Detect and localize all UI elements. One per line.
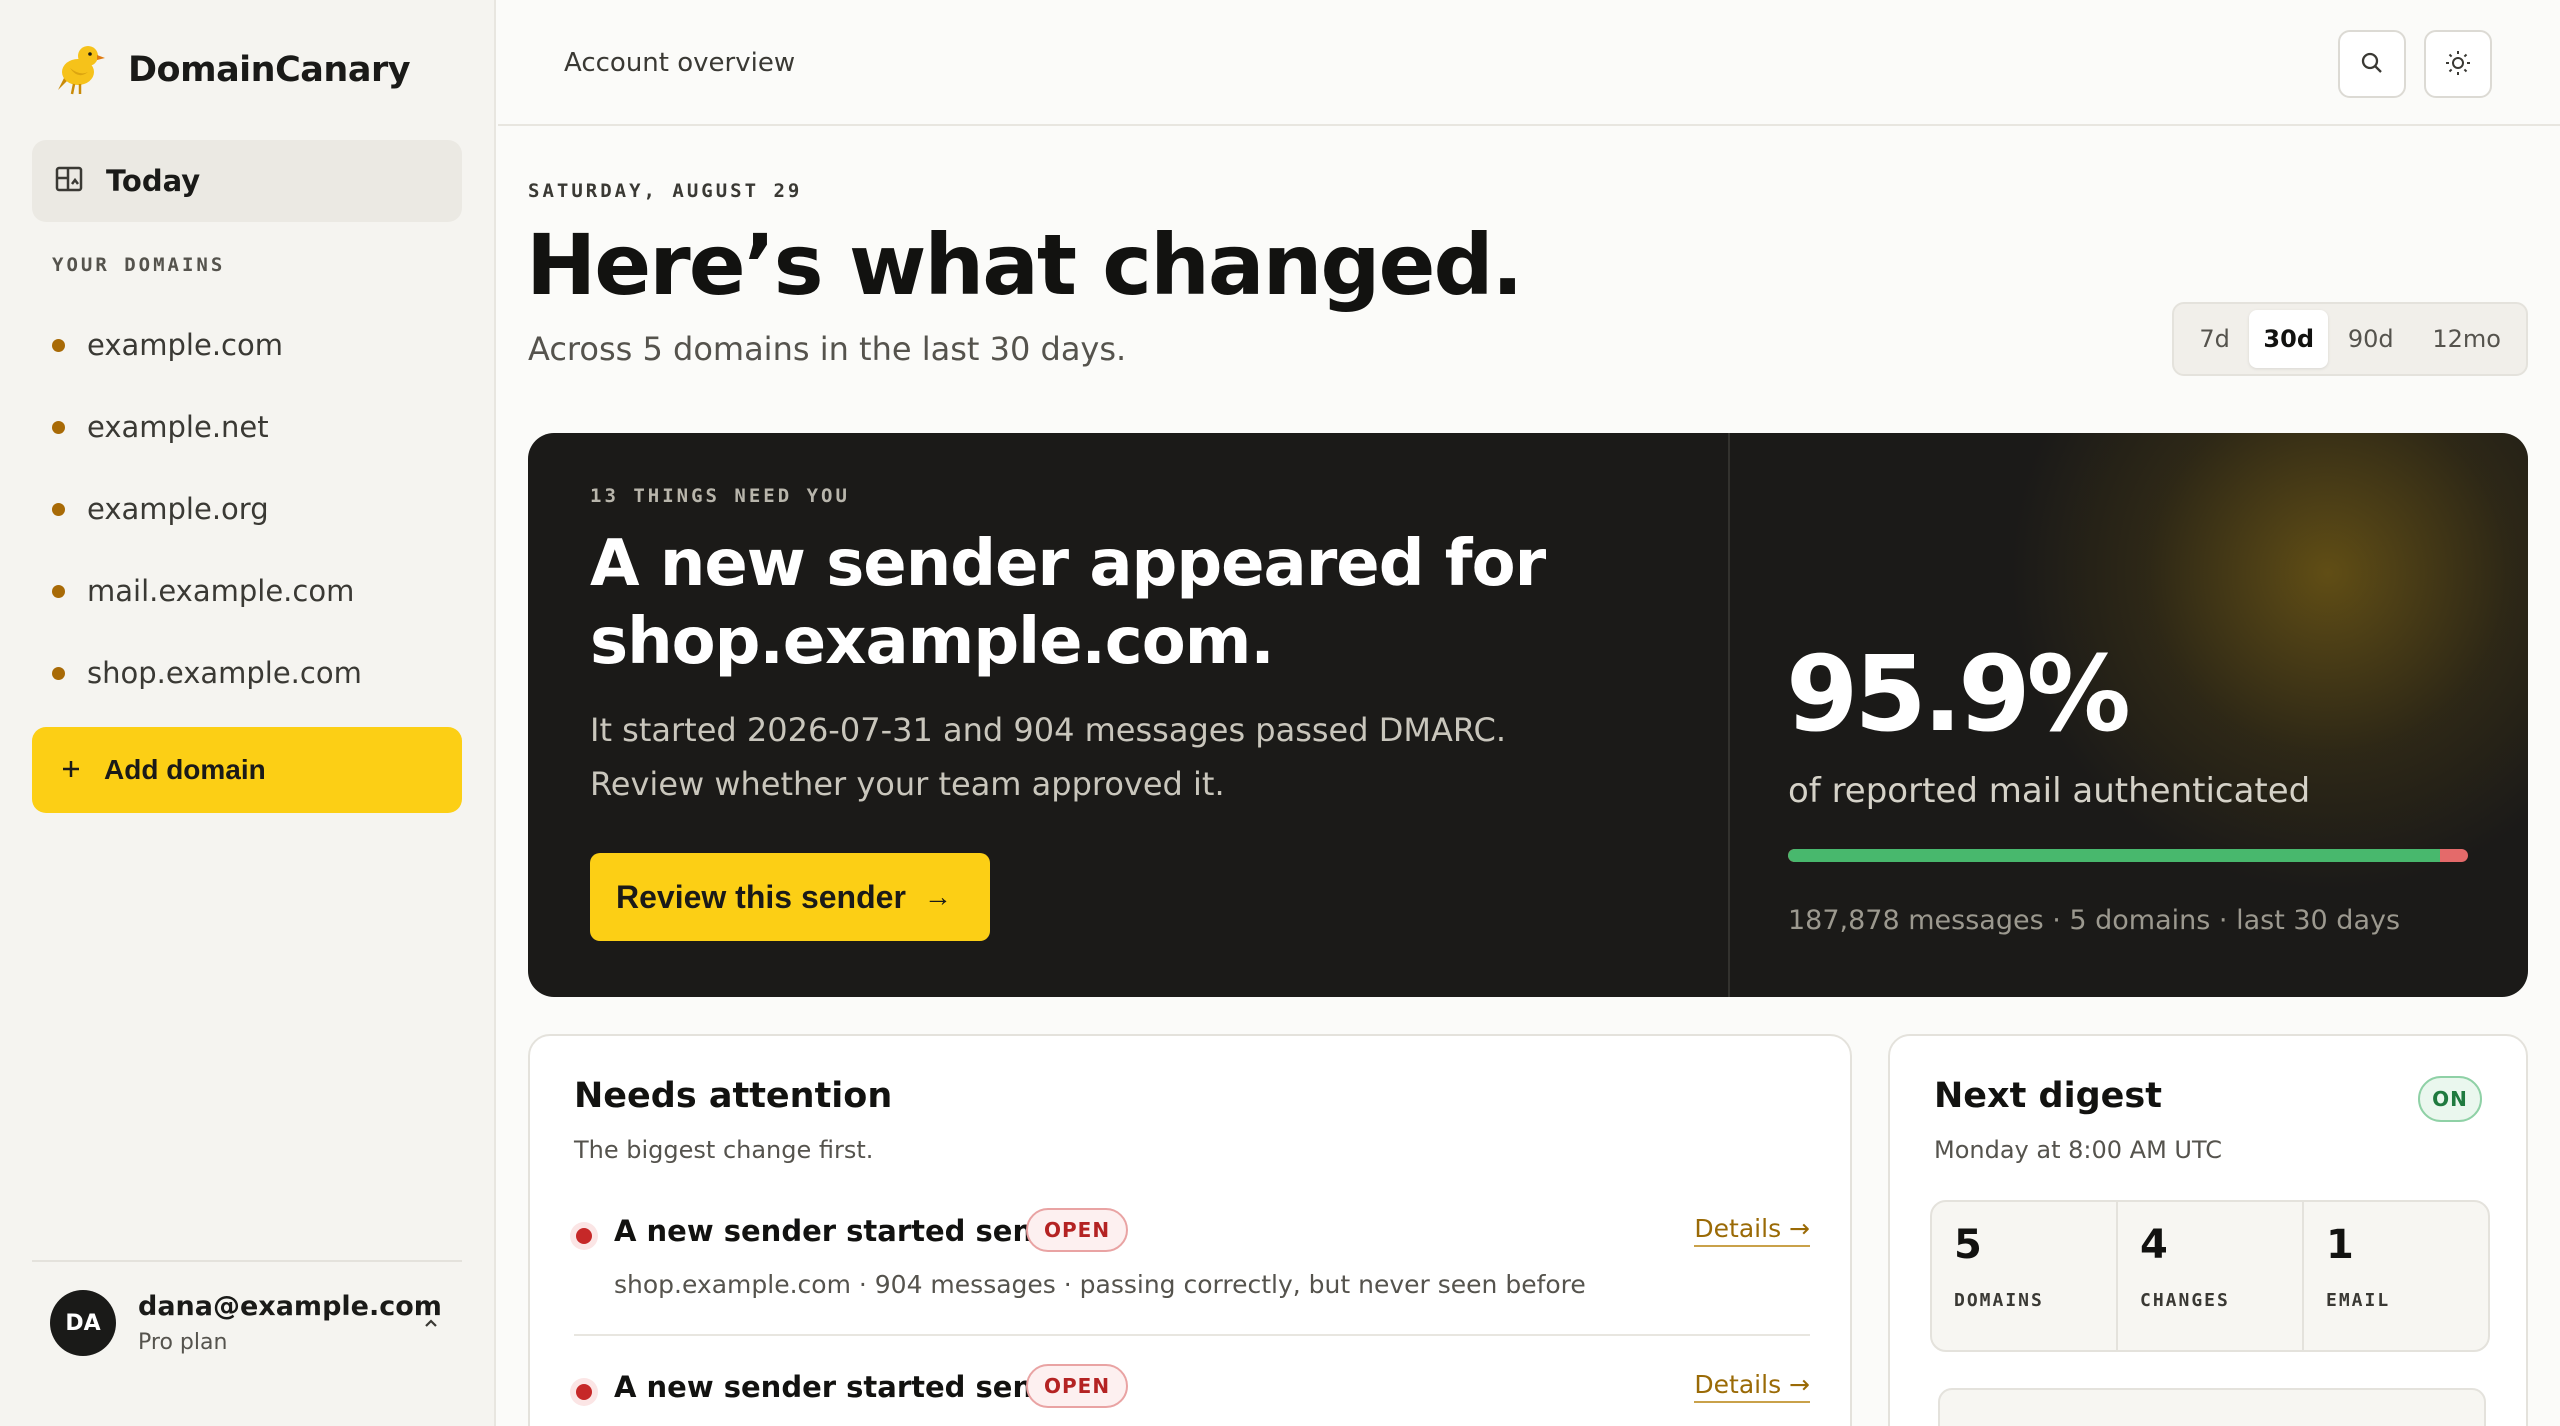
- hero-body: It started 2026-07-31 and 904 messages p…: [590, 711, 1507, 803]
- needs-attention-title: Needs attention: [574, 1076, 893, 1116]
- domain-status-dot: [52, 502, 65, 516]
- nav-today[interactable]: Today: [32, 140, 462, 222]
- domain-name: example.org: [87, 492, 269, 526]
- user-plan: Pro plan: [138, 1330, 228, 1355]
- sidebar-item-domain[interactable]: example.org: [52, 468, 362, 550]
- review-sender-button[interactable]: Review this sender →: [590, 853, 990, 941]
- auth-progress-fill: [1788, 849, 2441, 862]
- stat-email: 1 EMAIL: [2304, 1202, 2488, 1350]
- sidebar-item-domain[interactable]: shop.example.com: [52, 632, 362, 714]
- domain-name: example.net: [87, 410, 269, 444]
- sidebar: DomainCanary Today YOUR DOMAINS example.…: [0, 0, 496, 1426]
- domain-list: example.com example.net example.org mail…: [52, 304, 362, 714]
- plus-icon: [60, 758, 82, 783]
- add-domain-label: Add domain: [104, 754, 266, 785]
- search-button[interactable]: [2338, 30, 2406, 98]
- chevron-up-icon[interactable]: [422, 1314, 440, 1336]
- hero-kicker: 13 THINGS NEED YOU: [590, 485, 850, 507]
- domain-status-dot: [52, 420, 65, 434]
- list-divider: [574, 1334, 1810, 1336]
- sidebar-item-domain[interactable]: mail.example.com: [52, 550, 362, 632]
- auth-rate-value: 95.9%: [1786, 633, 2131, 755]
- status-badge: OPEN: [1026, 1364, 1129, 1408]
- domain-status-dot: [52, 666, 65, 680]
- avatar: DA: [50, 1290, 116, 1356]
- range-option-7d[interactable]: 7d: [2180, 310, 2249, 368]
- theme-toggle-button[interactable]: [2424, 30, 2492, 98]
- list-item[interactable]: A new sender started sending OPEN Detail…: [574, 1364, 1810, 1426]
- details-link[interactable]: Details →: [1694, 1214, 1810, 1247]
- hero-title: A new sender appeared for shop.example.c…: [590, 527, 1546, 679]
- digest-status-badge[interactable]: ON: [2418, 1076, 2482, 1122]
- hero-card: 13 THINGS NEED YOU A new sender appeared…: [528, 433, 2528, 997]
- attention-item-desc: shop.example.com · 904 messages · passin…: [614, 1270, 1586, 1299]
- dashboard-icon: [54, 164, 84, 198]
- time-range-selector: 7d 30d 90d 12mo: [2172, 302, 2528, 376]
- digest-preview-row[interactable]: [1938, 1388, 2486, 1426]
- brand-name: DomainCanary: [128, 50, 411, 90]
- stat-label: EMAIL: [2326, 1290, 2391, 1311]
- domain-status-dot: [52, 338, 65, 352]
- alert-dot: [576, 1228, 592, 1244]
- sidebar-item-domain[interactable]: example.net: [52, 386, 362, 468]
- domain-name: example.com: [87, 328, 283, 362]
- page-subtitle: Across 5 domains in the last 30 days.: [528, 330, 1127, 368]
- list-item[interactable]: A new sender started sending OPEN shop.e…: [574, 1208, 1810, 1334]
- stat-value: 1: [2326, 1222, 2354, 1268]
- stat-label: DOMAINS: [1954, 1290, 2044, 1311]
- next-digest-title: Next digest: [1934, 1076, 2162, 1116]
- review-sender-label: Review this sender: [616, 878, 906, 915]
- hero-meta: 187,878 messages · 5 domains · last 30 d…: [1788, 905, 2401, 936]
- next-digest-card: Next digest Monday at 8:00 AM UTC ON 5 D…: [1888, 1034, 2528, 1426]
- auth-rate-label: of reported mail authenticated: [1788, 771, 2311, 811]
- needs-attention-subtitle: The biggest change first.: [574, 1136, 874, 1164]
- sidebar-item-domain[interactable]: example.com: [52, 304, 362, 386]
- domain-name: shop.example.com: [87, 656, 362, 690]
- stat-domains: 5 DOMAINS: [1932, 1202, 2118, 1350]
- date-label: SATURDAY, AUGUST 29: [528, 180, 803, 202]
- details-link[interactable]: Details →: [1694, 1370, 1810, 1403]
- nav-today-label: Today: [106, 164, 201, 198]
- brand[interactable]: DomainCanary: [48, 38, 411, 102]
- range-option-12mo[interactable]: 12mo: [2413, 310, 2520, 368]
- user-email: dana@example.com: [138, 1291, 442, 1322]
- alert-dot: [576, 1384, 592, 1400]
- arrow-right-icon: →: [923, 881, 952, 912]
- user-menu[interactable]: DA dana@example.com Pro plan: [50, 1290, 442, 1356]
- digest-schedule: Monday at 8:00 AM UTC: [1934, 1136, 2222, 1164]
- user-divider: [32, 1260, 462, 1262]
- canary-bird-icon: [48, 38, 108, 102]
- top-bar: Account overview: [498, 0, 2560, 126]
- search-icon: [2359, 50, 2385, 79]
- auth-progress-bar: [1788, 849, 2468, 862]
- stat-value: 5: [1954, 1222, 1982, 1268]
- stat-value: 4: [2140, 1222, 2168, 1268]
- status-badge: OPEN: [1026, 1208, 1129, 1252]
- sun-icon: [2444, 49, 2472, 80]
- range-option-90d[interactable]: 90d: [2328, 310, 2413, 368]
- needs-attention-card: Needs attention The biggest change first…: [528, 1034, 1852, 1426]
- stat-changes: 4 CHANGES: [2118, 1202, 2304, 1350]
- page-title: Here’s what changed.: [526, 216, 1524, 314]
- domain-name: mail.example.com: [87, 574, 355, 608]
- hero-divider: [1728, 433, 1730, 997]
- digest-stats: 5 DOMAINS 4 CHANGES 1 EMAIL: [1930, 1200, 2490, 1352]
- range-option-30d[interactable]: 30d: [2249, 310, 2329, 368]
- domain-status-dot: [52, 584, 65, 598]
- add-domain-button[interactable]: Add domain: [32, 727, 462, 813]
- domains-section-label: YOUR DOMAINS: [52, 254, 226, 276]
- stat-label: CHANGES: [2140, 1290, 2230, 1311]
- breadcrumb: Account overview: [564, 48, 796, 78]
